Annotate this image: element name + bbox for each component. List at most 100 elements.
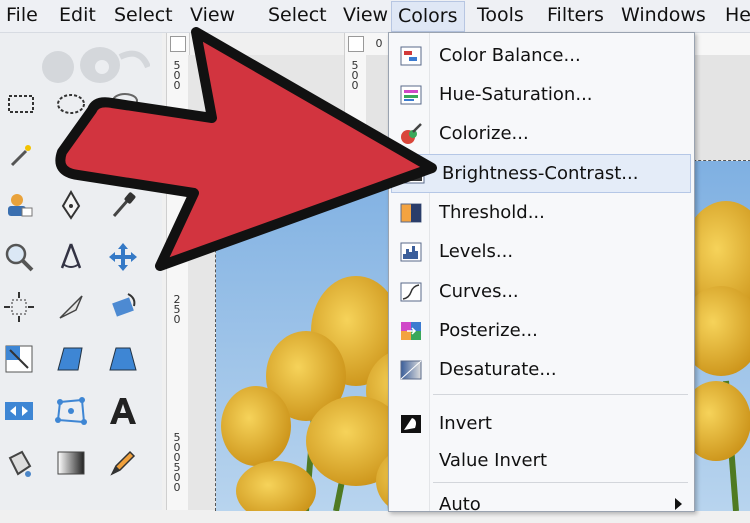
color-picker-tool[interactable] [106, 188, 140, 222]
bucket-fill-tool[interactable] [2, 446, 36, 480]
crop-tool[interactable] [54, 290, 88, 324]
menu-item-label: Colorize... [439, 123, 529, 144]
menu-separator [433, 482, 688, 483]
submenu-arrow-icon [675, 498, 682, 510]
menu-view-2[interactable]: View [343, 4, 388, 26]
knife-icon [59, 295, 83, 319]
pen-nib-icon [61, 189, 81, 220]
fuzzy-select-tool[interactable] [4, 137, 38, 171]
paths-tool[interactable] [54, 188, 88, 222]
menu-item-label: Curves... [439, 281, 519, 302]
desaturate-icon [400, 360, 422, 380]
menu-edit[interactable]: Edit [59, 4, 96, 26]
menu-view[interactable]: View [190, 4, 235, 26]
perspective-icon [109, 347, 137, 371]
rotate-tool[interactable] [106, 290, 140, 324]
color-balance-icon [400, 46, 422, 66]
pencil-tool[interactable] [106, 446, 140, 480]
menu-item-color-balance[interactable]: Color Balance... [389, 37, 694, 74]
vertical-ruler-left: 500500250500 [166, 33, 190, 510]
menu-item-label: Threshold... [439, 202, 545, 223]
menu-item-label: Levels... [439, 241, 514, 262]
menu-item-curves[interactable]: Curves... [389, 273, 694, 310]
move-tool[interactable] [106, 240, 140, 274]
menu-colors[interactable]: Colors [391, 1, 465, 32]
compass-icon [60, 243, 82, 269]
magnifier-icon [5, 243, 34, 272]
ruler-number: 0 [173, 481, 181, 494]
ellipse-select-icon [57, 94, 85, 114]
cage-transform-tool[interactable] [54, 394, 88, 428]
cage-icon [55, 397, 87, 425]
menu-item-hue-saturation[interactable]: Hue-Saturation... [389, 76, 694, 113]
navigate-button-left[interactable] [170, 36, 186, 52]
menu-tools[interactable]: Tools [477, 4, 524, 26]
select-by-color-tool[interactable] [54, 137, 88, 171]
lasso-icon [112, 93, 138, 116]
align-tool[interactable] [2, 290, 36, 324]
flip-icon [5, 402, 33, 420]
posterize-icon [401, 322, 421, 340]
perspective-tool[interactable] [106, 342, 140, 376]
eyedropper-icon [112, 192, 136, 217]
letter-a-icon [110, 398, 136, 424]
menu-item-label: Posterize... [439, 320, 538, 341]
rect-select-tool[interactable] [4, 87, 38, 121]
curves-icon [400, 282, 422, 302]
scale-tool[interactable] [2, 342, 36, 376]
menu-select-2[interactable]: Select [268, 4, 327, 26]
paint-bucket-icon [8, 450, 32, 477]
menu-item-label: Desaturate... [439, 359, 557, 380]
menu-item-levels[interactable]: Levels... [389, 233, 694, 270]
shear-icon [57, 347, 83, 371]
menu-help[interactable]: He [725, 4, 750, 26]
menu-item-label: Color Balance... [439, 45, 581, 66]
text-tool[interactable] [106, 394, 140, 428]
menu-item-threshold[interactable]: Threshold... [389, 194, 694, 231]
gradient-icon [57, 451, 85, 475]
foreground-select-icon [8, 194, 33, 217]
measure-tool[interactable] [54, 240, 88, 274]
menu-item-label: Brightness-Contrast... [442, 163, 639, 184]
menu-item-posterize[interactable]: Posterize... [389, 312, 694, 349]
hue-saturation-icon [400, 85, 422, 105]
menu-separator [433, 394, 688, 395]
shear-tool[interactable] [54, 342, 88, 376]
ruler-number: 0 [173, 313, 181, 326]
threshold-icon [400, 203, 422, 223]
lasso-tool[interactable] [108, 87, 142, 121]
navigate-button-right[interactable] [348, 36, 364, 52]
menu-item-label: Hue-Saturation... [439, 84, 593, 105]
menu-select[interactable]: Select [114, 4, 173, 26]
rotate-icon [112, 293, 136, 317]
flip-tool[interactable] [2, 394, 36, 428]
menu-item-label: Invert [439, 413, 492, 434]
menu-filters[interactable]: Filters [547, 4, 604, 26]
menu-windows[interactable]: Windows [621, 4, 706, 26]
menu-bar: File Edit Select View Select View Colors… [0, 0, 750, 33]
colors-menu: Color Balance... Hue-Saturation... Color… [388, 32, 695, 515]
invert-icon [401, 415, 421, 433]
blend-tool[interactable] [54, 446, 88, 480]
zoom-tool[interactable] [2, 240, 36, 274]
brightness-contrast-icon [403, 164, 425, 184]
menu-item-label: Auto [439, 494, 481, 515]
menu-item-auto[interactable]: Auto [389, 486, 694, 523]
menu-item-desaturate[interactable]: Desaturate... [389, 351, 694, 388]
pencil-icon [110, 450, 136, 476]
foreground-select-tool[interactable] [2, 188, 36, 222]
magic-wand-icon [10, 145, 31, 167]
ruler-number: 0 [375, 37, 383, 50]
select-by-color-icon [60, 151, 70, 161]
colorize-icon [401, 123, 422, 144]
ellipse-select-tool[interactable] [54, 87, 88, 121]
levels-icon [400, 242, 422, 262]
menu-file[interactable]: File [6, 4, 38, 26]
rect-select-icon [8, 95, 34, 113]
menu-item-invert[interactable]: Invert [389, 405, 694, 442]
menu-item-colorize[interactable]: Colorize... [389, 115, 694, 152]
menu-item-brightness-contrast[interactable]: Brightness-Contrast... [391, 154, 691, 193]
menu-item-value-invert[interactable]: Value Invert [389, 442, 694, 479]
ruler-number: 0 [351, 79, 359, 92]
menu-item-label: Value Invert [439, 450, 548, 471]
